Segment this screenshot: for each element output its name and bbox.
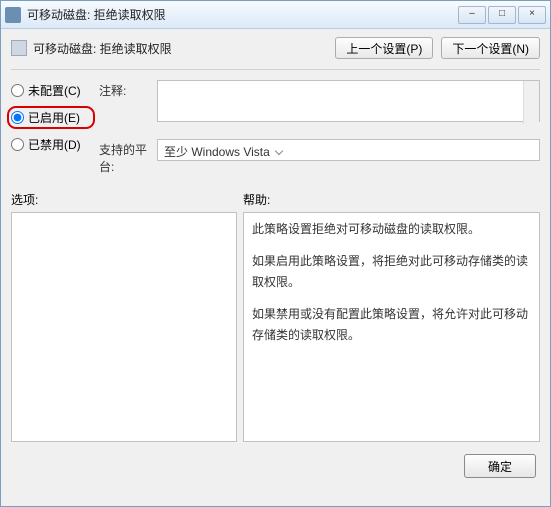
platform-row: 支持的平台: 至少 Windows Vista [99,139,540,175]
app-icon [5,7,21,23]
policy-editor-window: 可移动磁盘: 拒绝读取权限 – □ × 可移动磁盘: 拒绝读取权限 上一个设置(… [0,0,551,507]
platform-value: 至少 Windows Vista [157,139,540,161]
close-button[interactable]: × [518,6,546,24]
fields-column: 注释: 支持的平台: 至少 Windows Vista [99,80,540,175]
body-area: 未配置(C) 已启用(E) 已禁用(D) 注释: 支持的平台: [1,70,550,175]
scrollbar[interactable] [523,81,539,124]
button-bar: 确定 [1,442,550,486]
comment-textarea[interactable] [157,80,540,122]
options-panel [11,212,237,442]
header-row: 可移动磁盘: 拒绝读取权限 上一个设置(P) 下一个设置(N) [1,29,550,69]
help-label: 帮助: [243,191,270,208]
radio-enabled-input[interactable] [11,111,24,124]
radio-enabled-label: 已启用(E) [28,109,80,126]
ok-button[interactable]: 确定 [464,454,536,478]
help-text-2: 如果启用此策略设置，将拒绝对此可移动存储类的读取权限。 [252,251,531,292]
radio-disabled-label: 已禁用(D) [28,136,81,153]
maximize-button[interactable]: □ [488,6,516,24]
state-radio-group: 未配置(C) 已启用(E) 已禁用(D) [11,80,89,175]
options-label: 选项: [11,191,243,208]
comment-row: 注释: [99,80,540,125]
radio-not-configured-label: 未配置(C) [28,82,81,99]
help-panel: 此策略设置拒绝对可移动磁盘的读取权限。 如果启用此策略设置，将拒绝对此可移动存储… [243,212,540,442]
policy-title: 可移动磁盘: 拒绝读取权限 [33,40,335,57]
comment-label: 注释: [99,80,157,125]
help-text-1: 此策略设置拒绝对可移动磁盘的读取权限。 [252,219,531,239]
window-title: 可移动磁盘: 拒绝读取权限 [27,6,458,23]
radio-disabled-input[interactable] [11,138,24,151]
prev-setting-button[interactable]: 上一个设置(P) [335,37,433,59]
policy-icon [11,40,27,56]
next-setting-button[interactable]: 下一个设置(N) [441,37,540,59]
section-labels: 选项: 帮助: [1,175,550,212]
panels-row: 此策略设置拒绝对可移动磁盘的读取权限。 如果启用此策略设置，将拒绝对此可移动存储… [1,212,550,442]
window-controls: – □ × [458,6,546,24]
platform-label: 支持的平台: [99,139,157,175]
nav-buttons: 上一个设置(P) 下一个设置(N) [335,37,540,59]
minimize-button[interactable]: – [458,6,486,24]
help-text-3: 如果禁用或没有配置此策略设置，将允许对此可移动存储类的读取权限。 [252,304,531,345]
titlebar[interactable]: 可移动磁盘: 拒绝读取权限 – □ × [1,1,550,29]
radio-not-configured[interactable]: 未配置(C) [11,82,89,99]
radio-disabled[interactable]: 已禁用(D) [11,136,89,153]
radio-not-configured-input[interactable] [11,84,24,97]
radio-enabled[interactable]: 已启用(E) [7,106,95,129]
